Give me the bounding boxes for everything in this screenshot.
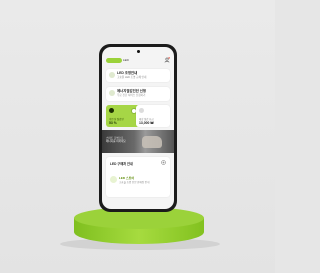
energy-icon [109, 90, 115, 96]
savings-value: 53 % [109, 120, 117, 125]
card-subtitle: 고효율 LED 조명 교체 안내 [117, 75, 147, 79]
app-logo[interactable] [106, 58, 122, 63]
camera-icon [137, 50, 140, 53]
store-list-item[interactable]: LED 스토어 고효율 조명 전문 판매점 안내 [110, 175, 166, 187]
more-icon[interactable] [161, 160, 166, 165]
card-title: 에너지절감진단 신청 [117, 89, 147, 93]
card-title: LED 조명안내 [117, 71, 138, 75]
banner-image [142, 136, 162, 148]
bulb-icon [109, 72, 115, 78]
energy-diagnosis-card[interactable]: 에너지절감진단 신청 무료 진단 서비스 신청하기 [106, 87, 170, 101]
banner-line-2: 에너지를 아끼세요 [106, 140, 126, 144]
savings-tile[interactable]: 이번 달 절감량 53 % [106, 105, 140, 127]
top-bar: LED [106, 57, 170, 65]
card-subtitle: 무료 진단 서비스 신청하기 [117, 93, 146, 97]
store-description: 고효율 조명 전문 판매점 안내 [119, 181, 150, 184]
banner-text: 스마트 조명으로 에너지를 아끼세요 [106, 137, 126, 143]
store-logo-icon [110, 176, 117, 183]
phone-frame: LED LED 조명안내 고효율 LED 조명 교체 안내 에너지절감진단 신청… [99, 44, 177, 212]
summary-row: 이번 달 절감량 53 % 예상 절감 요금 13,000 ₩ [106, 105, 170, 127]
phone-screen: LED LED 조명안내 고효율 LED 조명 교체 안내 에너지절감진단 신청… [102, 47, 174, 209]
leaf-icon [109, 108, 114, 113]
profile-icon[interactable] [164, 57, 170, 63]
coin-icon [139, 108, 144, 113]
cost-value: 13,000 ₩ [139, 120, 154, 125]
section-title: LED 구매처 안내 [110, 162, 133, 166]
led-guide-card[interactable]: LED 조명안내 고효율 LED 조명 교체 안내 [106, 69, 170, 82]
store-section: LED 구매처 안내 LED 스토어 고효율 조명 전문 판매점 안내 [106, 157, 170, 197]
cost-tile[interactable]: 예상 절감 요금 13,000 ₩ [136, 105, 170, 127]
app-logo-text: LED [123, 58, 129, 62]
promo-banner[interactable]: 스마트 조명으로 에너지를 아끼세요 [102, 130, 174, 153]
